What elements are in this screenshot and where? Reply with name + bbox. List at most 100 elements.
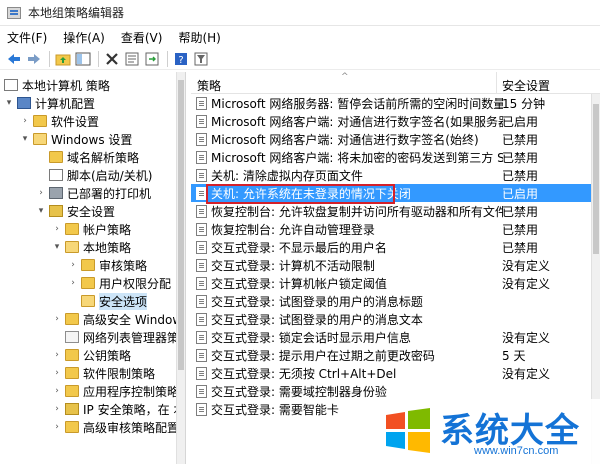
policy-row[interactable]: Microsoft 网络客户端: 对通信进行数字签名(如果服务器允... 已启用 xyxy=(191,112,591,130)
column-header-setting[interactable]: 安全设置 xyxy=(502,77,550,94)
policy-row[interactable]: 交互式登录: 提示用户在过期之前更改密码 5 天 xyxy=(191,346,591,364)
tree-item-security-settings[interactable]: ▾ 安全设置 xyxy=(36,202,115,220)
tree-item-network-list-manager[interactable]: 网络列表管理器策略 xyxy=(52,328,185,346)
expand-chevron-icon[interactable]: › xyxy=(68,260,78,270)
tree-item-local-policies[interactable]: ▾ 本地策略 xyxy=(52,238,131,256)
show-hide-tree-icon[interactable] xyxy=(74,50,92,68)
policy-row[interactable]: Microsoft 网络服务器: 暂停会话前所需的空闲时间数量 15 分钟 xyxy=(191,94,591,112)
watermark: 系统大全 www.win7cn.com xyxy=(378,399,600,464)
tree-item-deployed-printers[interactable]: › 已部署的打印机 xyxy=(36,184,151,202)
tree-item-scripts[interactable]: 脚本(启动/关机) xyxy=(36,166,152,184)
expand-chevron-icon[interactable]: › xyxy=(52,404,62,414)
menu-bar: 文件(F) 操作(A) 查看(V) 帮助(H) xyxy=(0,27,600,47)
expand-chevron-icon[interactable]: › xyxy=(52,422,62,432)
tree-item-account-policies[interactable]: › 帐户策略 xyxy=(52,220,131,238)
toolbar: ? xyxy=(0,48,600,70)
tree-item-security-options[interactable]: 安全选项 xyxy=(68,292,148,310)
tree-item-software-settings[interactable]: › 软件设置 xyxy=(20,112,99,130)
policy-icon xyxy=(196,150,207,164)
windows-logo-icon xyxy=(386,408,430,453)
policy-icon xyxy=(196,402,207,416)
filter-icon[interactable] xyxy=(192,50,210,68)
folder-icon xyxy=(65,241,79,253)
expand-chevron-icon[interactable]: › xyxy=(20,116,30,126)
expand-chevron-icon[interactable]: ▾ xyxy=(52,242,62,252)
expand-chevron-icon[interactable]: ▾ xyxy=(20,134,30,144)
policy-row[interactable]: 交互式登录: 计算机帐户锁定阈值 没有定义 xyxy=(191,274,591,292)
properties-icon[interactable] xyxy=(123,50,141,68)
help-icon[interactable]: ? xyxy=(172,50,190,68)
forward-icon[interactable] xyxy=(25,50,43,68)
policy-row[interactable]: 交互式登录: 无须按 Ctrl+Alt+Del 没有定义 xyxy=(191,364,591,382)
folder-icon xyxy=(33,115,47,127)
tree-item-name-resolution-policy[interactable]: 域名解析策略 xyxy=(36,148,139,166)
policy-icon xyxy=(196,366,207,380)
folder-icon xyxy=(33,133,47,145)
policy-row[interactable]: 交互式登录: 不显示最后的用户名 已禁用 xyxy=(191,238,591,256)
tree-item-computer-config[interactable]: ▾ 计算机配置 xyxy=(4,94,95,112)
policy-row[interactable]: 恢复控制台: 允许自动管理登录 已禁用 xyxy=(191,220,591,238)
tree-item-app-control-policies[interactable]: › 应用程序控制策略 xyxy=(52,382,179,400)
column-header-policy[interactable]: 策略 xyxy=(197,77,221,94)
column-divider[interactable] xyxy=(496,72,497,94)
tree-scrollbar-thumb[interactable] xyxy=(178,80,184,370)
tree-item-local-computer-policy[interactable]: 本地计算机 策略 xyxy=(4,76,110,94)
expand-chevron-icon[interactable]: › xyxy=(68,278,78,288)
policy-row[interactable]: 交互式登录: 试图登录的用户的消息标题 xyxy=(191,292,591,310)
menu-action[interactable]: 操作(A) xyxy=(63,29,105,46)
window-title: 本地组策略编辑器 xyxy=(28,6,125,20)
tree-scrollbar[interactable] xyxy=(176,72,185,464)
folder-icon xyxy=(65,367,79,379)
policy-icon xyxy=(196,240,207,254)
console-tree[interactable]: 本地计算机 策略 ▾ 计算机配置 › 软件设置 ▾ Windows 设置 域名解… xyxy=(0,72,186,464)
folder-icon xyxy=(65,385,79,397)
ip-security-icon xyxy=(65,403,79,415)
menu-view[interactable]: 查看(V) xyxy=(121,29,163,46)
toolbar-separator xyxy=(49,50,50,67)
policy-row[interactable]: 交互式登录: 需要域控制器身份验 xyxy=(191,382,591,400)
list-scrollbar-thumb[interactable] xyxy=(593,104,599,254)
menu-file[interactable]: 文件(F) xyxy=(7,29,47,46)
security-icon xyxy=(49,205,63,217)
tree-item-windows-settings[interactable]: ▾ Windows 设置 xyxy=(20,130,133,148)
list-header: 策略 ^ 安全设置 xyxy=(191,72,600,94)
expand-chevron-icon[interactable]: › xyxy=(36,188,46,198)
policy-row[interactable]: Microsoft 网络客户端: 对通信进行数字签名(始终) 已禁用 xyxy=(191,130,591,148)
tree-item-software-restriction[interactable]: › 软件限制策略 xyxy=(52,364,155,382)
tree-item-audit-policy[interactable]: › 审核策略 xyxy=(68,256,147,274)
menu-help[interactable]: 帮助(H) xyxy=(178,29,220,46)
policy-icon xyxy=(196,348,207,362)
folder-icon xyxy=(81,277,95,289)
policy-icon xyxy=(196,132,207,146)
policy-row[interactable]: 交互式登录: 试图登录的用户的消息文本 xyxy=(191,310,591,328)
title-bar: 本地组策略编辑器 xyxy=(0,0,600,26)
network-list-icon xyxy=(65,331,79,343)
expand-chevron-icon[interactable]: › xyxy=(52,314,62,324)
tree-item-ip-security-policies[interactable]: › IP 安全策略，在 本 xyxy=(52,400,185,418)
tree-item-public-key-policies[interactable]: › 公钥策略 xyxy=(52,346,131,364)
expand-chevron-icon[interactable]: › xyxy=(52,350,62,360)
policy-icon xyxy=(196,114,207,128)
expand-chevron-icon[interactable]: ▾ xyxy=(36,206,46,216)
expand-chevron-icon[interactable]: › xyxy=(52,224,62,234)
back-icon[interactable] xyxy=(5,50,23,68)
policy-row[interactable]: Microsoft 网络客户端: 将未加密的密码发送到第三方 SMB... 已禁用 xyxy=(191,148,591,166)
policy-icon xyxy=(196,330,207,344)
policy-row[interactable]: 交互式登录: 锁定会话时显示用户信息 没有定义 xyxy=(191,328,591,346)
delete-icon[interactable] xyxy=(103,50,121,68)
expand-chevron-icon[interactable]: › xyxy=(52,386,62,396)
export-list-icon[interactable] xyxy=(143,50,161,68)
watermark-url: www.win7cn.com xyxy=(474,445,559,457)
policy-row[interactable]: 关机: 清除虚拟内存页面文件 已禁用 xyxy=(191,166,591,184)
policy-icon xyxy=(196,222,207,236)
tree-item-advanced-audit[interactable]: › 高级审核策略配置 xyxy=(52,418,179,436)
tree-item-windows-firewall[interactable]: › 高级安全 Windows xyxy=(52,310,185,328)
expand-chevron-icon[interactable]: › xyxy=(52,368,62,378)
policy-row[interactable]: 恢复控制台: 允许软盘复制并访问所有驱动器和所有文件夹 已禁用 xyxy=(191,202,591,220)
printer-icon xyxy=(49,187,63,199)
up-folder-icon[interactable] xyxy=(54,50,72,68)
policy-row[interactable]: 交互式登录: 计算机不活动限制 没有定义 xyxy=(191,256,591,274)
tree-item-user-rights[interactable]: › 用户权限分配 xyxy=(68,274,171,292)
expand-chevron-icon[interactable]: ▾ xyxy=(4,98,14,108)
folder-icon xyxy=(81,259,95,271)
